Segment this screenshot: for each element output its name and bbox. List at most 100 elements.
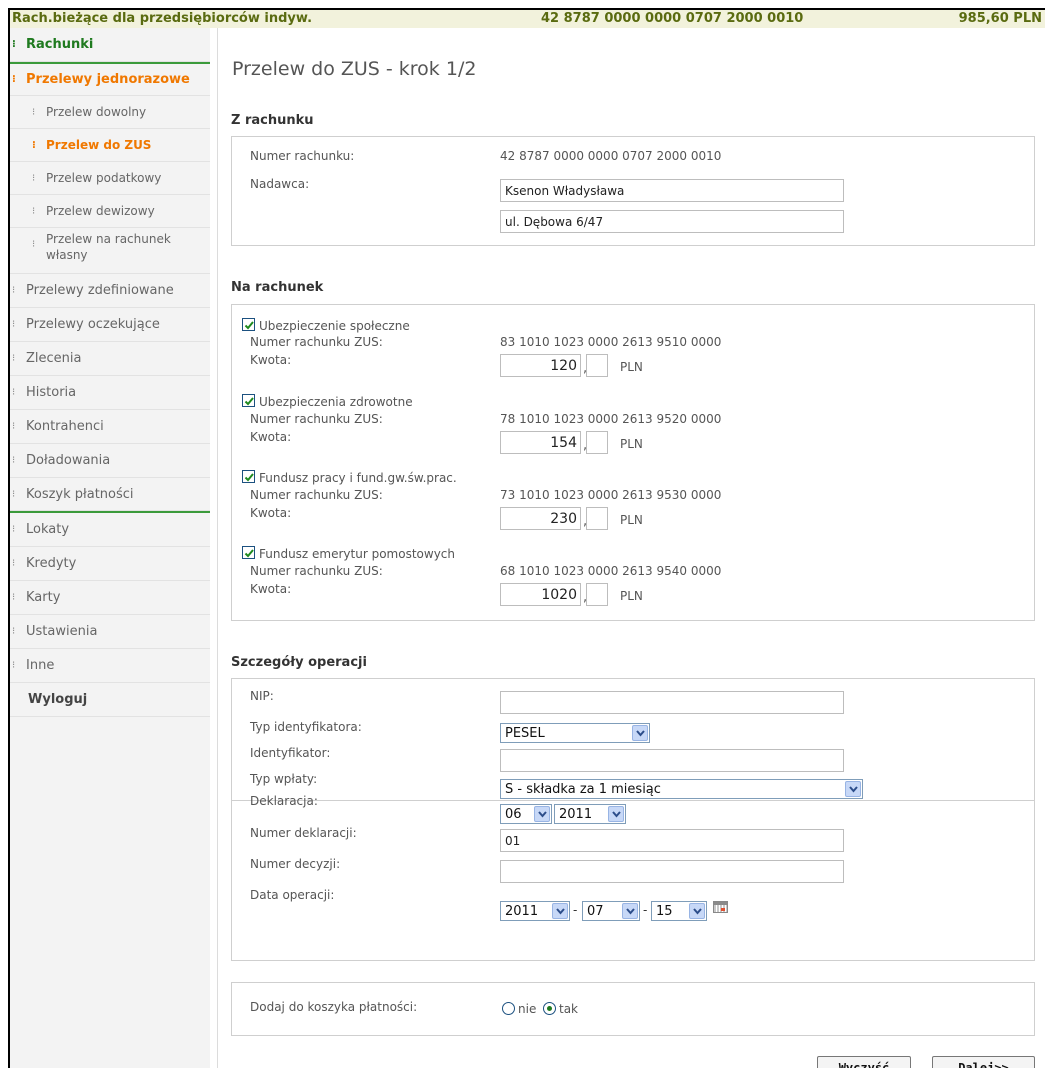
bullet-icon: ⁝	[12, 488, 16, 500]
nav-label: Kontrahenci	[26, 419, 104, 434]
amount-input-zl[interactable]: 230	[500, 507, 581, 530]
account-balance: 985,60 PLN	[958, 11, 1042, 26]
bullet-icon: ⁝	[12, 74, 16, 85]
chevron-down-icon	[689, 903, 705, 919]
bullet-icon: ⁝	[32, 172, 36, 184]
chevron-down-icon	[552, 903, 568, 919]
zus-account-value: 78 1010 1023 0000 2613 9520 0000	[500, 412, 722, 426]
item-name: Fundusz emerytur pomostowych	[259, 547, 456, 561]
amount-input-gr[interactable]	[586, 583, 608, 606]
szczegoly-box: NIP: Typ identyfikatora: PESEL Identyfik…	[231, 678, 1035, 961]
data-month-select[interactable]: 07	[582, 901, 640, 921]
nav-rachunki[interactable]: ⁝ Rachunki	[10, 28, 210, 62]
nav-przelewy-jednorazowe[interactable]: ⁝ Przelewy jednorazowe	[10, 64, 210, 96]
radio-nie-label: nie	[518, 1002, 537, 1016]
typ-wplaty-label: Typ wpłaty:	[250, 772, 318, 786]
radio-nie[interactable]	[502, 1002, 515, 1015]
clear-button[interactable]: Wyczyść	[817, 1056, 911, 1068]
nav-przelew-dowolny[interactable]: ⁝ Przelew dowolny	[10, 96, 210, 129]
nav-label: Rachunki	[26, 37, 94, 52]
numer-decyzji-input[interactable]	[500, 860, 844, 883]
typ-wplaty-select[interactable]: S - składka za 1 miesiąc	[500, 779, 863, 799]
radio-tak[interactable]	[543, 1002, 556, 1015]
amount-input-zl[interactable]: 154	[500, 431, 581, 454]
account-name: Rach.bieżące dla przedsiębiorców indyw.	[12, 11, 313, 26]
bullet-icon: ⁝	[12, 592, 16, 603]
nadawca-address-input[interactable]: ul. Dębowa 6/47	[500, 210, 844, 233]
checkbox-ubezpieczenie-spoleczne[interactable]	[242, 318, 255, 331]
bullet-icon: ⁝	[12, 353, 16, 364]
select-value: S - składka za 1 miesiąc	[505, 781, 661, 797]
checkbox-ubezpieczenia-zdrowotne[interactable]	[242, 394, 255, 407]
calendar-icon[interactable]	[713, 901, 728, 913]
next-button[interactable]: Dalej>>	[932, 1056, 1035, 1068]
nav-przelewy-zdefiniowane[interactable]: ⁝ Przelewy zdefiniowane	[10, 274, 210, 308]
nav-inne[interactable]: ⁝ Inne	[10, 649, 210, 683]
deklaracja-year-select[interactable]: 2011	[554, 804, 626, 824]
chevron-down-icon	[632, 725, 648, 741]
deklaracja-month-select[interactable]: 06	[500, 804, 552, 824]
kwota-label: Kwota:	[250, 353, 292, 367]
nav-label: Koszyk płatności	[26, 486, 134, 502]
page-title: Przelew do ZUS - krok 1/2	[232, 58, 477, 80]
bullet-icon: ⁝	[12, 558, 16, 569]
checkmark-icon	[244, 321, 254, 330]
sidebar: ⁝ Rachunki ⁝ Przelewy jednorazowe ⁝ Prze…	[10, 28, 210, 1068]
nav-kontrahenci[interactable]: ⁝ Kontrahenci	[10, 410, 210, 444]
bullet-icon: ⁝	[32, 205, 36, 217]
radio-tak-label: tak	[559, 1002, 579, 1016]
zus-account-value: 73 1010 1023 0000 2613 9530 0000	[500, 488, 722, 502]
data-operacji-label: Data operacji:	[250, 888, 335, 902]
chevron-down-icon	[845, 781, 861, 797]
amount-input-gr[interactable]	[586, 354, 608, 377]
bullet-icon: ⁝	[12, 455, 16, 466]
select-value: PESEL	[505, 725, 545, 741]
bullet-icon: ⁝	[12, 421, 16, 432]
date-separator: -	[643, 903, 648, 917]
bullet-icon: ⁝	[12, 387, 16, 398]
nav-przelew-wlasny[interactable]: ⁝ Przelew na rachunek własny	[10, 228, 210, 274]
nav-historia[interactable]: ⁝ Historia	[10, 376, 210, 410]
nav-label: Doładowania	[26, 453, 111, 468]
nav-lokaty[interactable]: ⁝ Lokaty	[10, 513, 210, 547]
nav-label: Ustawienia	[26, 624, 98, 639]
zus-account-label: Numer rachunku ZUS:	[250, 488, 383, 502]
nav-ustawienia[interactable]: ⁝ Ustawienia	[10, 615, 210, 649]
nav-koszyk-platnosci[interactable]: ⁝ Koszyk płatności	[10, 478, 210, 511]
nav-zlecenia[interactable]: ⁝ Zlecenia	[10, 342, 210, 376]
item-name: Ubezpieczenie społeczne	[259, 319, 410, 333]
nav-przelewy-oczekujace[interactable]: ⁝ Przelewy oczekujące	[10, 308, 210, 342]
nav-kredyty[interactable]: ⁝ Kredyty	[10, 547, 210, 581]
nav-label: Lokaty	[26, 522, 70, 537]
currency-label: PLN	[620, 513, 643, 527]
nip-input[interactable]	[500, 691, 844, 714]
amount-input-zl[interactable]: 1020	[500, 583, 581, 606]
nav-label: Wyloguj	[28, 692, 88, 707]
data-year-select[interactable]: 2011	[500, 901, 570, 921]
bullet-icon: ⁝	[12, 285, 16, 296]
nav-przelew-dewizowy[interactable]: ⁝ Przelew dewizowy	[10, 195, 210, 228]
select-value: 15	[656, 903, 673, 919]
nav-przelew-podatkowy[interactable]: ⁝ Przelew podatkowy	[10, 162, 210, 195]
amount-input-zl[interactable]: 120	[500, 354, 581, 377]
nav-wyloguj[interactable]: Wyloguj	[10, 683, 210, 717]
nav-karty[interactable]: ⁝ Karty	[10, 581, 210, 615]
zus-account-label: Numer rachunku ZUS:	[250, 412, 383, 426]
checkbox-fundusz-pracy[interactable]	[242, 470, 255, 483]
typ-identyfikatora-select[interactable]: PESEL	[500, 723, 650, 743]
data-day-select[interactable]: 15	[651, 901, 707, 921]
nadawca-name-input[interactable]: Ksenon Władysława	[500, 179, 844, 202]
numer-deklaracji-input[interactable]: 01	[500, 829, 844, 852]
nav-przelew-do-zus[interactable]: ⁝ Przelew do ZUS	[10, 129, 210, 162]
section-heading-szczegoly: Szczegóły operacji	[231, 655, 367, 670]
nip-label: NIP:	[250, 689, 274, 703]
amount-input-gr[interactable]	[586, 431, 608, 454]
numer-rachunku-label: Numer rachunku:	[250, 149, 355, 163]
koszyk-box: Dodaj do koszyka płatności: nie tak	[231, 982, 1035, 1036]
typ-identyfikatora-label: Typ identyfikatora:	[250, 720, 362, 734]
select-value: 2011	[559, 806, 593, 822]
amount-input-gr[interactable]	[586, 507, 608, 530]
nav-doladowania[interactable]: ⁝ Doładowania	[10, 444, 210, 478]
identyfikator-input[interactable]	[500, 749, 844, 772]
checkbox-fundusz-emerytur[interactable]	[242, 546, 255, 559]
